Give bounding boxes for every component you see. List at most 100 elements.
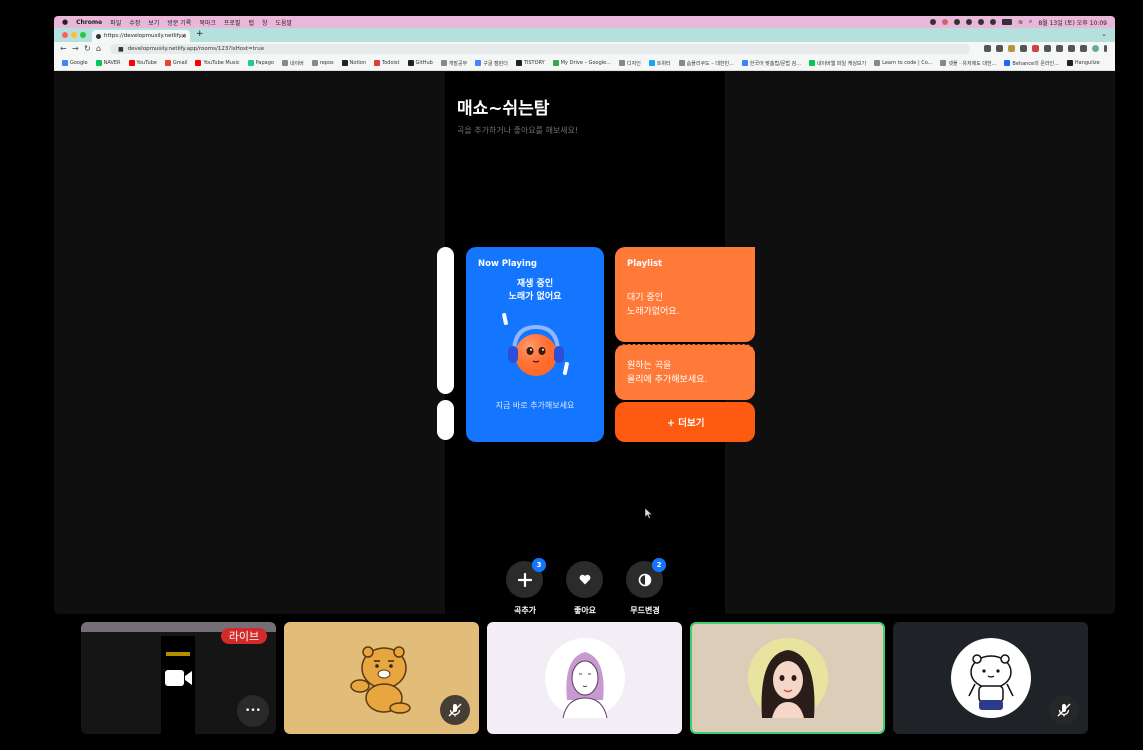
profile-avatar-icon[interactable] — [1092, 45, 1099, 52]
bookmark-item[interactable]: 개발공부 — [440, 60, 467, 67]
bookmark-item[interactable]: My Drive – Google... — [552, 60, 612, 66]
bookmark-item[interactable]: 넷플 · 유저에도 대한... — [940, 60, 996, 67]
battery-icon[interactable] — [1001, 19, 1012, 25]
extension-icon[interactable] — [1068, 45, 1075, 52]
home-button[interactable]: ⌂ — [96, 44, 101, 53]
menu-app-chrome[interactable]: Chrome — [76, 19, 102, 26]
maximize-window-icon[interactable] — [80, 32, 86, 38]
menu-window[interactable]: 창 — [262, 18, 268, 27]
bookmark-label: My Drive – Google... — [560, 60, 612, 66]
menu-view[interactable]: 보기 — [148, 18, 159, 27]
bookmark-item[interactable]: 디자인 — [619, 60, 641, 67]
bookmark-item[interactable]: Behance의 온라인... — [1004, 60, 1059, 67]
extension-icon[interactable] — [1032, 45, 1039, 52]
more-options-button[interactable]: ••• — [237, 695, 269, 727]
participant-tile[interactable] — [893, 622, 1088, 734]
status-icon[interactable] — [977, 19, 984, 25]
bookmark-label: Learn to code | Co... — [882, 60, 933, 66]
bookmark-item[interactable]: Google — [62, 60, 88, 66]
participant-tile-screenshare[interactable]: 라이브 ••• — [81, 622, 276, 734]
participant-tile[interactable] — [284, 622, 479, 734]
tab-search-icon[interactable]: ⌄ — [1101, 30, 1107, 38]
bookmark-item[interactable]: Hangulize — [1066, 60, 1100, 66]
bookmark-item[interactable]: NAVER — [95, 60, 121, 66]
menu-profiles[interactable]: 프로필 — [224, 18, 241, 27]
participant-tile[interactable] — [487, 622, 682, 734]
now-playing-label: Now Playing — [478, 259, 537, 269]
wait-line: 노래가없어요. — [627, 307, 680, 317]
close-window-icon[interactable] — [62, 32, 68, 38]
menu-history[interactable]: 방문 기록 — [167, 18, 191, 27]
playlist-card[interactable]: Playlist 대기 중인 노래가없어요. — [615, 247, 755, 342]
shared-screen: ● Chrome 파일 수정 보기 방문 기록 북마크 프로필 탭 창 도움말 … — [54, 16, 1115, 614]
bookmark-item[interactable]: YouTube — [128, 60, 157, 66]
extension-icon[interactable] — [1080, 45, 1087, 52]
bookmark-item[interactable]: 솜플리쿠도 – 대한민... — [678, 60, 734, 67]
bookmark-item[interactable]: Papago — [247, 60, 274, 66]
status-icon[interactable] — [953, 19, 960, 25]
status-icon[interactable] — [965, 19, 972, 25]
new-tab-button[interactable]: + — [196, 29, 204, 39]
bookmark-label: Google — [70, 60, 88, 66]
menu-help[interactable]: 도움말 — [276, 18, 293, 27]
bookmark-favicon-icon — [515, 60, 522, 66]
more-menu-icon[interactable] — [1104, 45, 1107, 52]
reload-button[interactable]: ↻ — [84, 44, 91, 53]
more-button[interactable]: + 더보기 — [615, 402, 755, 442]
bookmark-label: Todoist — [382, 60, 400, 66]
bookmark-item[interactable]: Todoist — [374, 60, 400, 66]
tab-close-icon[interactable]: × — [181, 33, 186, 40]
url-bar[interactable]: ■ developmusily.netlify.app/rooms/123?is… — [110, 44, 970, 54]
menu-file[interactable]: 파일 — [110, 18, 121, 27]
previous-card[interactable] — [437, 400, 454, 440]
mac-menubar: ● Chrome 파일 수정 보기 방문 기록 북마크 프로필 탭 창 도움말 … — [54, 16, 1115, 28]
bookmark-item[interactable]: 한국어 맞춤법/문법 검... — [741, 60, 801, 67]
minimize-window-icon[interactable] — [71, 32, 77, 38]
status-icon[interactable] — [929, 19, 936, 25]
bookmark-item[interactable]: Notion — [341, 60, 366, 66]
bookmark-item[interactable]: Learn to code | Co... — [874, 60, 932, 66]
forward-button[interactable]: → — [72, 44, 79, 53]
bookmark-item[interactable]: 네이버 — [281, 60, 304, 67]
extension-icon[interactable] — [984, 45, 991, 52]
previous-card[interactable] — [437, 247, 454, 394]
status-icon[interactable] — [989, 19, 996, 25]
now-playing-card[interactable]: Now Playing 재생 중인 노래가 없어요 지금 바로 추가해보세요 — [466, 247, 604, 442]
menubar-clock[interactable]: 8월 13일 (토) 오후 10:09 — [1038, 18, 1107, 27]
extension-icon[interactable] — [1044, 45, 1051, 52]
menu-edit[interactable]: 수정 — [129, 18, 140, 27]
bookmark-item[interactable]: TISTORY — [515, 60, 545, 66]
like-button[interactable] — [566, 561, 603, 598]
extension-icon[interactable] — [1056, 45, 1063, 52]
bookmark-label: NAVER — [103, 60, 121, 66]
bookmark-item[interactable]: 트위터 — [648, 60, 671, 67]
participant-tile-active-speaker[interactable] — [690, 622, 885, 734]
apple-menu-icon[interactable]: ● — [62, 18, 68, 26]
extension-icon[interactable] — [1008, 45, 1015, 52]
bookmark-item[interactable]: 네이버웹 파일 캐싱보기 — [808, 60, 866, 67]
bookmark-item[interactable]: YouTube Music — [195, 60, 240, 66]
bookmark-item[interactable]: repos — [311, 60, 334, 66]
wifi-icon[interactable]: ≋ — [1018, 19, 1023, 26]
status-icon[interactable] — [941, 19, 948, 25]
playlist-label: Playlist — [627, 259, 663, 269]
browser-tab[interactable]: https://developmusily.netlify.a × — [92, 30, 190, 42]
bookmark-item[interactable]: GitHub — [407, 60, 433, 66]
bookmark-label: 넷플 · 유저에도 대한... — [948, 60, 997, 67]
extension-icon[interactable] — [1020, 45, 1027, 52]
bookmark-item[interactable]: Gmail — [164, 60, 187, 66]
like-label: 좋아요 — [573, 606, 597, 614]
bookmark-favicon-icon — [1066, 60, 1073, 66]
menu-tab[interactable]: 탭 — [248, 18, 254, 27]
bookmark-label: GitHub — [415, 60, 433, 66]
search-icon[interactable]: ⌕ — [1029, 18, 1032, 26]
avatar — [545, 638, 625, 719]
bookmark-favicon-icon — [95, 60, 102, 66]
bookmark-item[interactable]: 구글 캘린더 — [475, 60, 508, 67]
menu-bookmarks[interactable]: 북마크 — [199, 18, 216, 27]
back-button[interactable]: ← — [60, 44, 67, 53]
add-song-prompt-card[interactable]: 원하는 곡을 올리에 추가해보세요. — [615, 344, 755, 400]
muted-indicator — [440, 695, 470, 725]
add-song-badge: 3 — [532, 558, 546, 572]
extension-icon[interactable] — [996, 45, 1003, 52]
